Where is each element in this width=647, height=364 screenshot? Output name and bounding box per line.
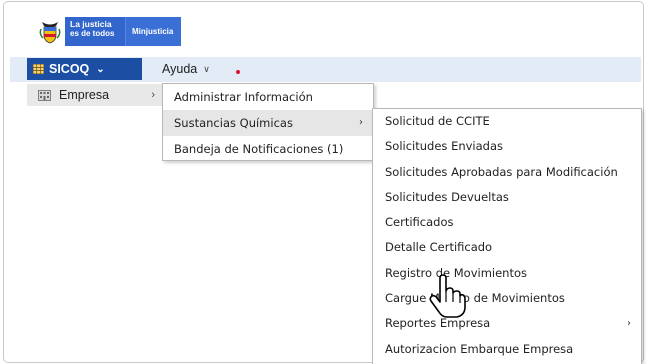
- menu-item-autorizacion-embarque[interactable]: Autorizacion Embarque Empresa: [373, 337, 641, 362]
- menu-item-label: Solicitudes Aprobadas para Modificación: [385, 164, 618, 179]
- submenu-empresa: Administrar Información Sustancias Quími…: [162, 83, 374, 161]
- menu-item-bandeja-notificaciones[interactable]: Bandeja de Notificaciones (1): [163, 136, 373, 162]
- chevron-right-icon: ›: [151, 89, 155, 101]
- red-dot-marker: [236, 70, 240, 74]
- ayuda-label: Ayuda: [162, 62, 198, 76]
- menu-item-label: Cargue Masivo de Movimientos: [385, 291, 565, 306]
- ayuda-menu-button[interactable]: Ayuda ∨: [162, 58, 210, 80]
- menu-item-label: Solicitud de CCITE: [385, 114, 490, 128]
- hand-pointer-icon: [429, 274, 466, 318]
- menu-item-label: Bandeja de Notificaciones (1): [174, 142, 344, 156]
- sicoq-menu-button[interactable]: SICOQ ⌄: [27, 58, 142, 80]
- chevron-down-icon: ⌄: [96, 63, 105, 75]
- chevron-down-icon: ∨: [203, 63, 210, 74]
- menu-item-label: Reportes Empresa: [385, 316, 491, 331]
- menu-item-label: Certificados: [385, 215, 454, 230]
- menu-item-sustancias-quimicas[interactable]: Sustancias Químicas ›: [163, 110, 373, 136]
- menu-item-label: Solicitudes Devueltas: [385, 189, 509, 204]
- ministry-label: Minjusticia: [126, 17, 182, 46]
- submenu-sustancias-quimicas: Solicitud de CCITE Solicitudes Enviadas …: [372, 108, 642, 364]
- chevron-right-icon: ›: [359, 117, 363, 128]
- building-icon: [38, 89, 51, 101]
- menu-item-administrar-informacion[interactable]: Administrar Información: [163, 84, 373, 110]
- brand-slogan: La justicia es de todos: [65, 17, 126, 46]
- header-logo: La justicia es de todos Minjusticia: [35, 17, 182, 46]
- chevron-right-icon: ›: [627, 318, 631, 330]
- menu-item-registro-movimientos[interactable]: Registro de Movimientos: [373, 261, 641, 286]
- grid-icon: [33, 64, 44, 74]
- menu-item-empresa[interactable]: Empresa ›: [27, 84, 162, 106]
- brand-line-2: es de todos: [70, 29, 115, 38]
- menu-item-reportes-empresa[interactable]: Reportes Empresa ›: [373, 311, 641, 336]
- menu-item-solicitud-ccite[interactable]: Solicitud de CCITE: [373, 109, 641, 134]
- menu-item-cargue-masivo[interactable]: Cargue Masivo de Movimientos: [373, 286, 641, 311]
- sicoq-label: SICOQ: [49, 62, 90, 76]
- empresa-label: Empresa: [59, 88, 110, 102]
- menu-item-label: Solicitudes Enviadas: [385, 139, 504, 154]
- menu-item-label: Sustancias Químicas: [174, 116, 293, 130]
- brand-line-1: La justicia: [70, 19, 112, 29]
- menu-item-label: Detalle Certificado: [385, 240, 493, 255]
- menu-item-detalle-certificado[interactable]: Detalle Certificado: [373, 235, 641, 260]
- menu-item-label: Autorizacion Embarque Empresa: [385, 341, 574, 356]
- menu-item-solicitudes-enviadas[interactable]: Solicitudes Enviadas: [373, 134, 641, 159]
- menu-item-certificados[interactable]: Certificados: [373, 210, 641, 235]
- menu-item-label: Administrar Información: [174, 90, 313, 104]
- top-menu-bar: SICOQ ⌄ Ayuda ∨: [10, 57, 641, 82]
- menu-item-solicitudes-devueltas[interactable]: Solicitudes Devueltas: [373, 185, 641, 210]
- menu-item-solicitudes-aprobadas[interactable]: Solicitudes Aprobadas para Modificación: [373, 160, 641, 185]
- colombia-crest-icon: [35, 17, 65, 46]
